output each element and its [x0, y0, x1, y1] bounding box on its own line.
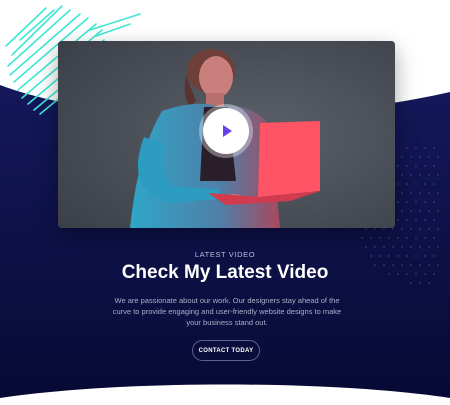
section-eyebrow: LATEST VIDEO [194, 250, 256, 259]
decor-dot [374, 228, 376, 230]
play-icon [223, 125, 232, 137]
description-line: We are passionate about our work. Our de… [114, 296, 340, 305]
decor-dot [419, 210, 421, 212]
decor-dot [406, 147, 408, 149]
section-title: Check My Latest Video [121, 262, 329, 283]
decor-dot [410, 246, 412, 248]
decor-dot [410, 228, 412, 230]
decor-dot [428, 228, 430, 230]
decor-dot [424, 219, 426, 221]
decor-dot [415, 201, 417, 203]
decor-dot [406, 237, 408, 239]
decor-dot [433, 237, 435, 239]
decor-dot [415, 183, 417, 185]
decor-dot [437, 156, 439, 158]
decor-dot [374, 246, 376, 248]
play-button[interactable] [203, 108, 249, 154]
decor-dot [392, 228, 394, 230]
decor-dot [428, 156, 430, 158]
decor-dot [397, 237, 399, 239]
description-line: curve to provide engaging and user-frien… [112, 307, 342, 316]
decor-dot [419, 228, 421, 230]
decor-dot [410, 192, 412, 194]
decor-dot [437, 192, 439, 194]
decor-dot [392, 246, 394, 248]
decor-dot [415, 237, 417, 239]
decor-dot [433, 183, 435, 185]
decor-dot [424, 147, 426, 149]
decor-dot [370, 237, 372, 239]
decor-dot [401, 156, 403, 158]
decor-dot [365, 228, 367, 230]
contact-today-button[interactable]: CONTACT TODAY [192, 340, 260, 361]
decor-dot [406, 201, 408, 203]
decor-dot [433, 219, 435, 221]
decor-dot [419, 192, 421, 194]
decor-dot [424, 183, 426, 185]
decor-dot [437, 210, 439, 212]
decor-dot [415, 219, 417, 221]
decor-dot [361, 237, 363, 239]
decor-dot [433, 201, 435, 203]
decor-dot [428, 210, 430, 212]
decor-dot [428, 192, 430, 194]
decor-dot [365, 246, 367, 248]
decor-dot [401, 192, 403, 194]
decor-dot [397, 183, 399, 185]
decor-dot [406, 183, 408, 185]
decor-dot [397, 219, 399, 221]
decor-dot [397, 165, 399, 167]
decor-dot [401, 210, 403, 212]
decor-dot [424, 237, 426, 239]
decor-dot [437, 246, 439, 248]
decor-dot [424, 165, 426, 167]
decor-dot [397, 201, 399, 203]
decor-dot [437, 174, 439, 176]
description-line: your business stand out. [186, 318, 268, 327]
decor-dot [401, 246, 403, 248]
decor-dot [379, 237, 381, 239]
decor-dot [428, 246, 430, 248]
section-description: We are passionate about our work. Our de… [112, 295, 342, 328]
decor-dot [410, 156, 412, 158]
decor-dot [388, 237, 390, 239]
decor-dot [419, 246, 421, 248]
decor-dot [419, 156, 421, 158]
decor-dot [401, 174, 403, 176]
decor-dot [410, 210, 412, 212]
decor-dot [437, 228, 439, 230]
decor-dot [433, 165, 435, 167]
decor-dot [406, 165, 408, 167]
decor-dot [415, 147, 417, 149]
decor-dot [406, 219, 408, 221]
decor-dot [401, 228, 403, 230]
decor-dot [383, 246, 385, 248]
decor-dot [415, 165, 417, 167]
decor-dot [428, 174, 430, 176]
decor-dot [410, 174, 412, 176]
decor-dot [433, 147, 435, 149]
decor-dot [424, 201, 426, 203]
decor-dot [383, 228, 385, 230]
decor-dot [419, 174, 421, 176]
